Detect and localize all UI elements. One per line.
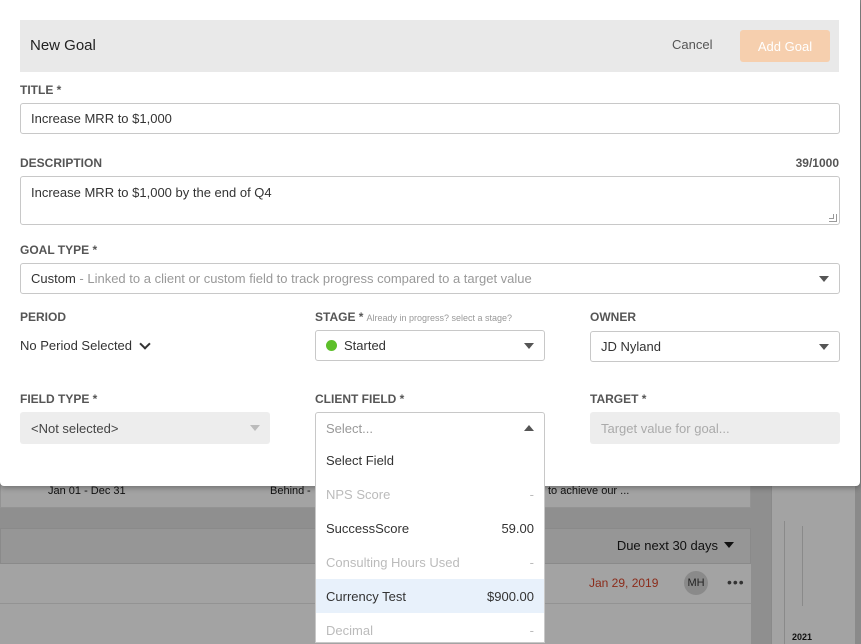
avatar[interactable]: MH — [684, 571, 708, 595]
goal-type-label: GOAL TYPE * — [20, 243, 98, 257]
task-due-date: Jan 29, 2019 — [589, 576, 659, 590]
more-options-icon[interactable]: ••• — [727, 574, 745, 590]
option-currency-test[interactable]: Currency Test $900.00 — [316, 579, 544, 613]
target-label: TARGET * — [590, 392, 647, 406]
target-input[interactable]: Target value for goal... — [590, 412, 840, 444]
caret-down-icon — [724, 542, 734, 548]
cancel-button[interactable]: Cancel — [672, 37, 712, 52]
period-dropdown[interactable]: No Period Selected — [20, 337, 151, 353]
title-input[interactable]: Increase MRR to $1,000 — [20, 103, 840, 134]
title-label: TITLE * — [20, 83, 62, 97]
caret-down-icon — [819, 343, 829, 350]
new-goal-modal: New Goal Cancel Add Goal TITLE * Increas… — [0, 0, 860, 486]
goal-period-range: Jan 01 - Dec 31 — [48, 485, 126, 497]
description-label: DESCRIPTION — [20, 156, 103, 170]
modal-header: New Goal Cancel Add Goal — [20, 20, 839, 72]
resize-handle-icon[interactable] — [829, 214, 837, 222]
period-label: PERIOD — [20, 310, 67, 324]
field-type-label: FIELD TYPE * — [20, 392, 98, 406]
caret-up-icon — [524, 425, 534, 431]
client-field-select[interactable]: Select... — [315, 412, 545, 444]
modal-title: New Goal — [30, 37, 96, 54]
caret-down-icon — [819, 275, 829, 282]
year-label: 2021 — [792, 632, 813, 642]
option-select-field[interactable]: Select Field — [316, 443, 544, 477]
option-decimal[interactable]: Decimal - — [316, 613, 544, 642]
owner-label: OWNER — [590, 310, 636, 324]
caret-down-icon — [524, 342, 534, 349]
client-field-label: CLIENT FIELD * — [315, 392, 405, 406]
goal-snippet: to achieve our ... — [548, 485, 630, 497]
option-consulting-hours-used[interactable]: Consulting Hours Used - — [316, 545, 544, 579]
field-type-select[interactable]: <Not selected> — [20, 412, 270, 444]
due-filter-dropdown[interactable]: Due next 30 days — [617, 538, 734, 553]
chevron-down-icon — [139, 337, 151, 350]
goal-type-select[interactable]: Custom - Linked to a client or custom fi… — [20, 263, 840, 294]
character-counter: 39/1000 — [795, 156, 839, 170]
option-nps-score[interactable]: NPS Score - — [316, 477, 544, 511]
option-successscore[interactable]: SuccessScore 59.00 — [316, 511, 544, 545]
caret-down-icon — [250, 425, 260, 431]
client-field-options-list: Select Field NPS Score - SuccessScore 59.0… — [315, 443, 545, 643]
owner-select[interactable]: JD Nyland — [590, 331, 840, 362]
chart-panel: 2021 — [771, 486, 861, 644]
description-textarea[interactable]: Increase MRR to $1,000 by the end of Q4 — [20, 176, 840, 225]
goal-status: Behind — [270, 485, 305, 497]
stage-label: STAGE * Already in progress? select a sta… — [315, 310, 513, 324]
status-dot-icon — [326, 340, 337, 351]
add-goal-button[interactable]: Add Goal — [740, 30, 830, 62]
stage-select[interactable]: Started — [315, 330, 545, 361]
